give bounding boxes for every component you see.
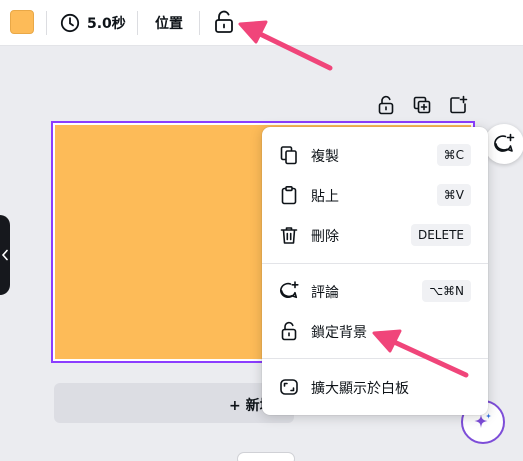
annotation-arrows — [238, 20, 469, 378]
arrow-annotation — [372, 329, 469, 378]
arrow-annotation — [238, 20, 333, 71]
